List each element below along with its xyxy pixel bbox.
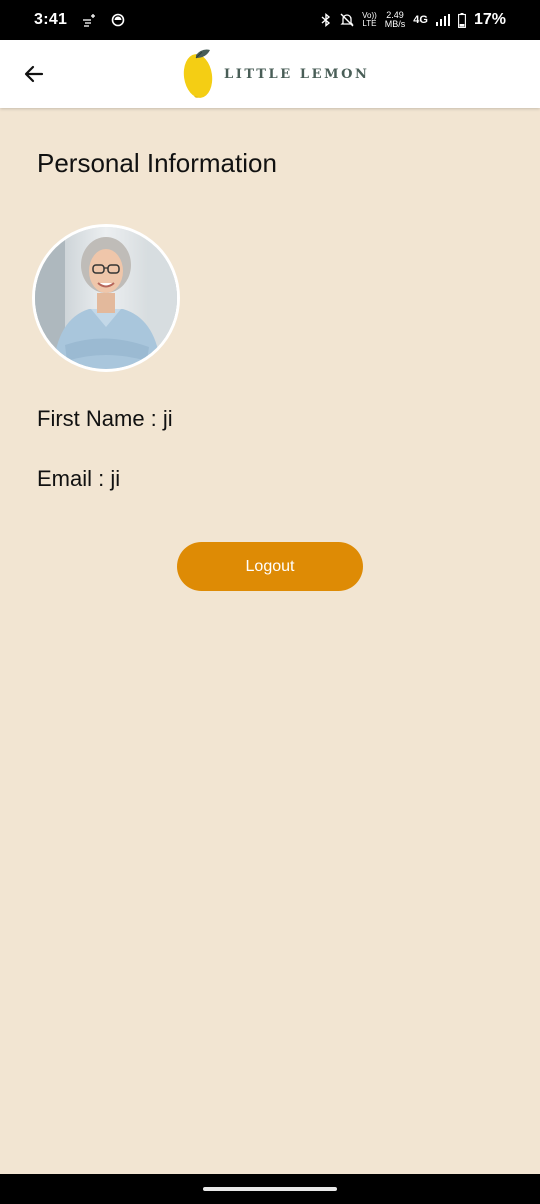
little-lemon-logo: LITTLE LEMON xyxy=(182,48,370,100)
avatar xyxy=(32,224,180,372)
sync-icon xyxy=(111,13,125,27)
lemon-icon xyxy=(183,49,213,98)
first-name-text: First Name : ji xyxy=(37,406,173,431)
network-type: 4G xyxy=(413,14,428,26)
volte-indicator: Vo)) LTE xyxy=(362,12,377,28)
email-text: Email : ji xyxy=(37,466,121,491)
app-bar: LITTLE LEMON xyxy=(0,40,540,108)
arrow-left-icon xyxy=(24,65,44,83)
home-gesture-handle[interactable] xyxy=(203,1187,337,1191)
status-right: Vo)) LTE 2.49 MB/s 4G 17% xyxy=(320,11,506,29)
battery-percent: 17% xyxy=(473,11,506,28)
status-time: 3:41 xyxy=(34,11,68,28)
weather-icon xyxy=(81,12,97,28)
status-bar: 3:41 Vo)) LTE 2.49 MB/s 4G 17% xyxy=(0,0,540,40)
logout-button[interactable]: Logout xyxy=(177,542,363,591)
signal-icon xyxy=(435,14,450,26)
profile-photo xyxy=(35,227,177,369)
battery-icon xyxy=(458,12,466,28)
volte-bottom: LTE xyxy=(362,19,377,28)
mute-icon xyxy=(340,13,354,27)
status-left: 3:41 xyxy=(34,11,125,29)
net-speed-unit: MB/s xyxy=(384,19,406,29)
bluetooth-icon xyxy=(320,13,332,27)
page-title: Personal Information xyxy=(37,148,277,178)
back-button[interactable] xyxy=(14,54,54,94)
system-navigation-bar xyxy=(0,1174,540,1204)
net-speed: 2.49 MB/s xyxy=(385,11,406,29)
profile-screen: 3:41 Vo)) LTE 2.49 MB/s 4G 17% LITTLE LE… xyxy=(0,0,540,1204)
logo-text: LITTLE LEMON xyxy=(224,66,370,82)
